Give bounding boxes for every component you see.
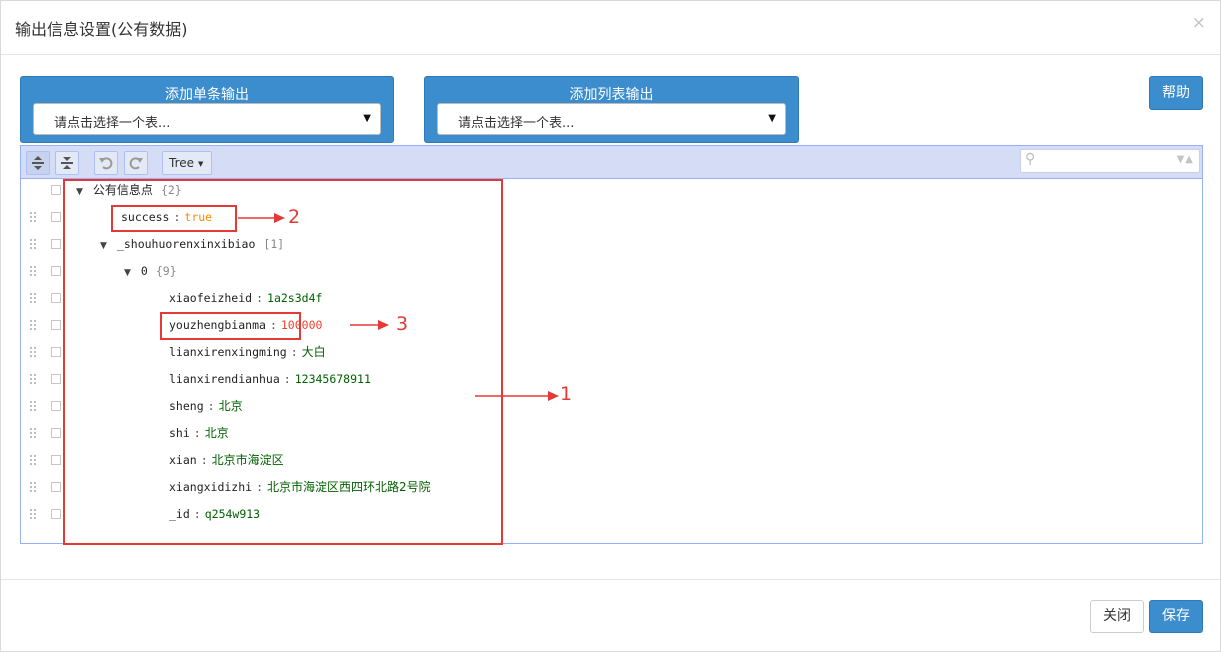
drag-handle-icon[interactable] [29,481,37,493]
single-output-label: 添加单条输出 [165,87,249,103]
search-icon: ⚲ [1025,151,1036,167]
row-checkbox[interactable] [51,185,61,195]
dialog-title: 输出信息设置(公有数据) [15,20,188,39]
editor-toolbar: Tree ▼ ⚲ ▼▲ [21,146,1202,179]
mode-dropdown[interactable]: Tree ▼ [162,151,212,175]
close-button[interactable]: 关闭 [1090,600,1144,633]
drag-handle-icon[interactable] [29,265,37,277]
drag-handle-icon[interactable] [29,292,37,304]
drag-handle-icon[interactable] [29,508,37,520]
single-output-panel: 添加单条输出 请点击选择一个表... ▼ [20,76,394,143]
collapse-all-icon[interactable] [55,151,79,175]
search-box[interactable]: ⚲ ▼▲ [1020,149,1200,173]
search-nav-icon[interactable]: ▼▲ [1177,154,1194,165]
undo-icon[interactable] [94,151,118,175]
row-checkbox[interactable] [51,347,61,357]
expand-all-icon[interactable] [26,151,50,175]
tree-row-controls [27,312,67,339]
drag-handle-icon[interactable] [29,373,37,385]
dropdown-arrow-icon: ▼ [768,113,776,124]
redo-icon[interactable] [124,151,148,175]
annotation-label-1: 1 [560,383,573,405]
save-button[interactable]: 保存 [1149,600,1203,633]
tree-row-controls [27,447,67,474]
row-checkbox[interactable] [51,320,61,330]
row-checkbox[interactable] [51,509,61,519]
row-checkbox[interactable] [51,212,61,222]
row-checkbox[interactable] [51,455,61,465]
list-output-panel: 添加列表输出 请点击选择一个表... ▼ [424,76,799,143]
row-checkbox[interactable] [51,293,61,303]
row-checkbox[interactable] [51,266,61,276]
row-checkbox[interactable] [51,374,61,384]
tree-row-controls [27,420,67,447]
drag-handle-icon[interactable] [29,238,37,250]
annotation-box-1 [63,179,503,545]
drag-handle-icon[interactable] [29,427,37,439]
drag-handle-icon[interactable] [29,346,37,358]
row-checkbox[interactable] [51,401,61,411]
list-output-label: 添加列表输出 [569,87,654,103]
list-output-select-value: 请点击选择一个表... [458,116,575,131]
tree-row-controls [27,339,67,366]
tree-row-controls [27,474,67,501]
annotation-label-2: 2 [288,206,301,228]
drag-handle-icon[interactable] [29,400,37,412]
mode-label: Tree [169,156,195,170]
tree-row-controls [27,204,67,231]
tree-row-controls [27,258,67,285]
list-output-select[interactable]: 请点击选择一个表... ▼ [437,103,786,135]
tree-row-controls [27,366,67,393]
row-checkbox[interactable] [51,239,61,249]
row-checkbox[interactable] [51,428,61,438]
annotation-label-3: 3 [396,313,409,335]
caret-down-icon: ▼ [198,159,204,168]
single-output-select[interactable]: 请点击选择一个表... ▼ [33,103,381,135]
row-checkbox[interactable] [51,482,61,492]
tree-row-controls [27,285,67,312]
dialog-header: 输出信息设置(公有数据) × [1,1,1220,55]
tree-row-controls [27,231,67,258]
tree-row-controls [27,393,67,420]
drag-handle-icon[interactable] [29,211,37,223]
close-icon[interactable]: × [1192,13,1206,33]
tree-row-controls [27,501,67,528]
help-button[interactable]: 帮助 [1149,76,1203,110]
drag-handle-icon[interactable] [29,454,37,466]
output-settings-dialog: 输出信息设置(公有数据) × 添加单条输出 请点击选择一个表... ▼ 添加列表… [0,0,1221,652]
dropdown-arrow-icon: ▼ [363,113,371,124]
tree-row-controls [27,177,67,204]
drag-handle-icon[interactable] [29,319,37,331]
annotation-box-2 [111,205,237,232]
footer-divider [1,579,1220,580]
annotation-box-3 [160,312,301,340]
single-output-select-value: 请点击选择一个表... [54,116,171,131]
